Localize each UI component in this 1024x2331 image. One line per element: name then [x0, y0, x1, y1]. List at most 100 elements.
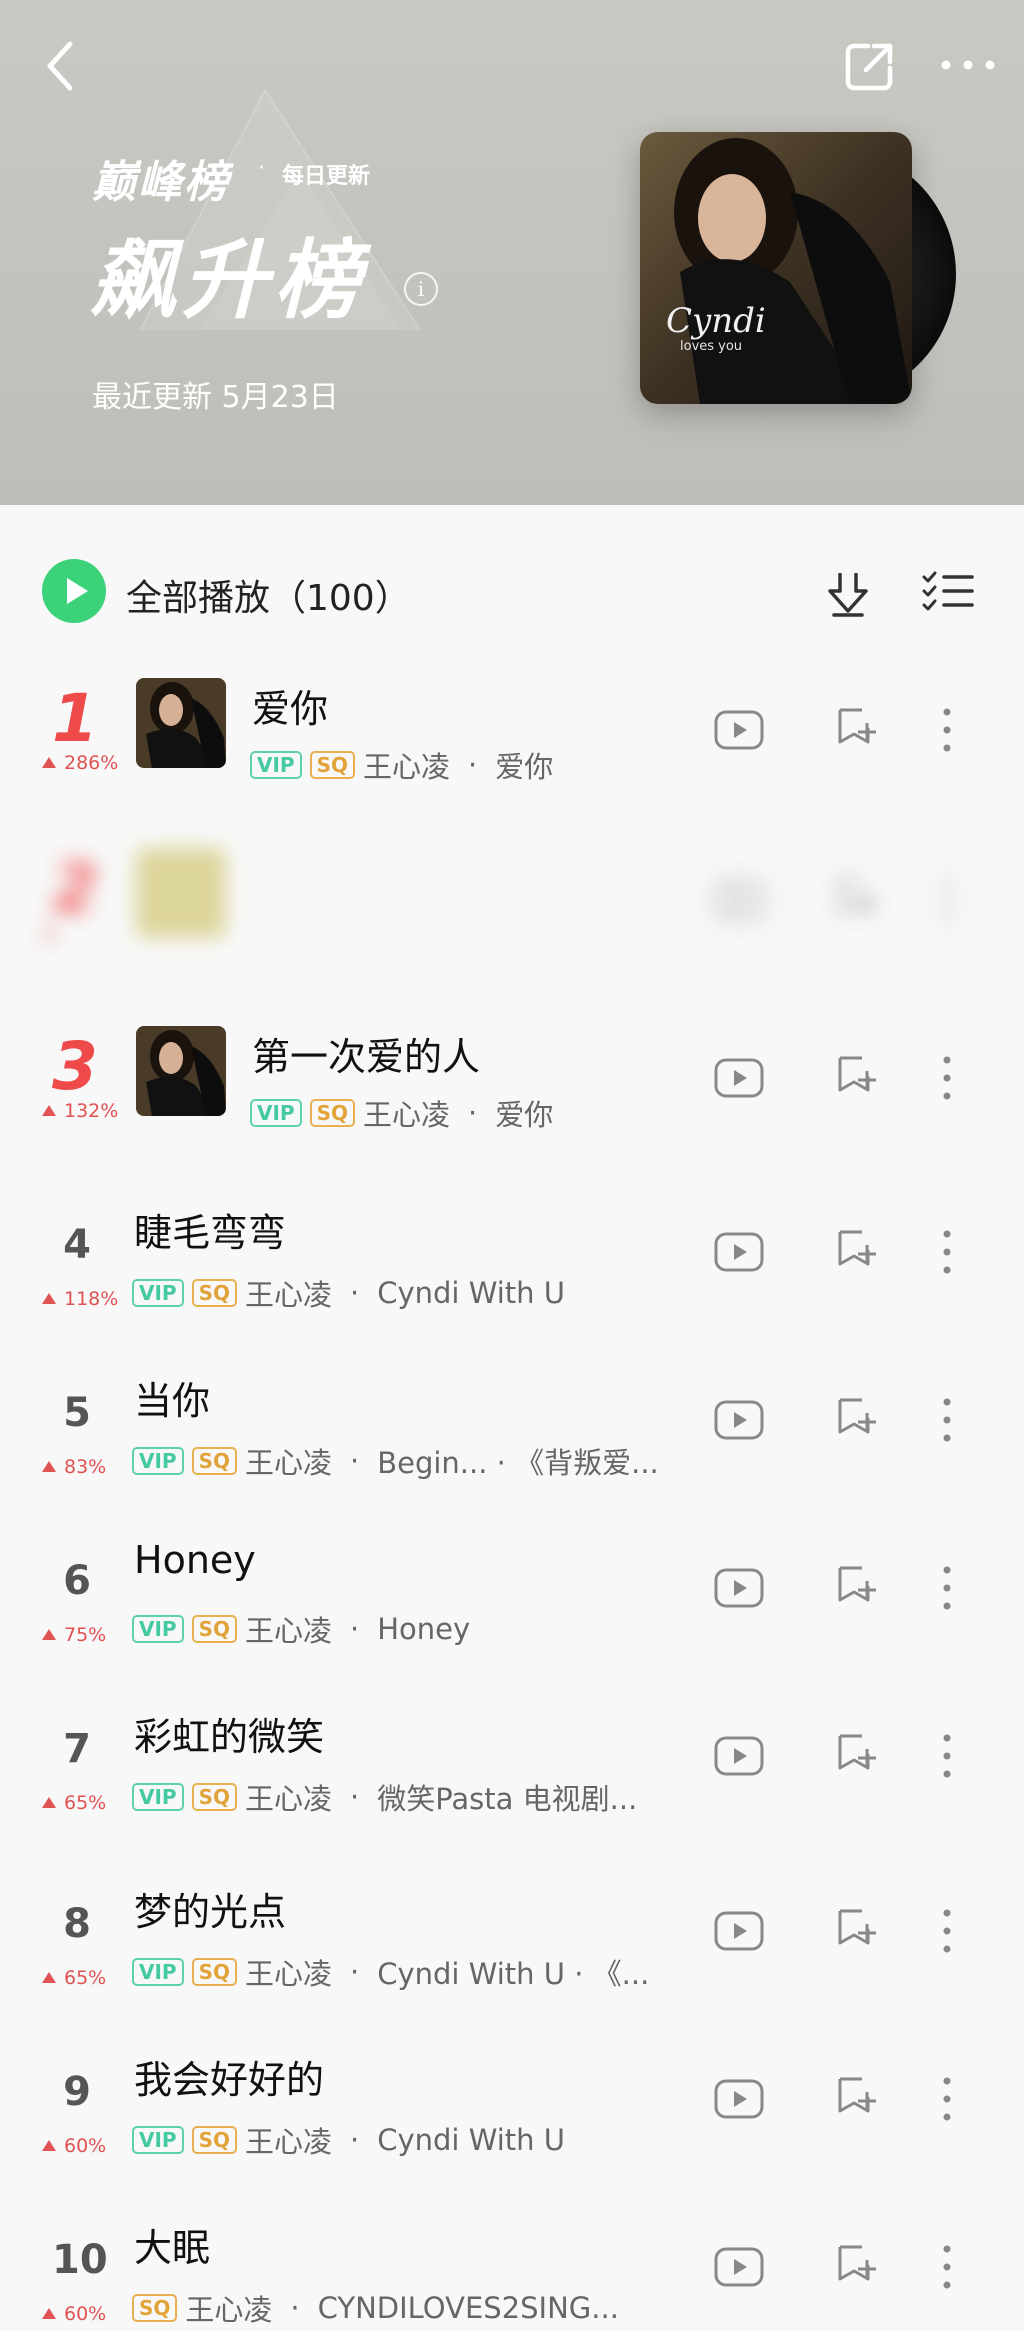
add-to-playlist-button[interactable] [832, 1732, 878, 1778]
vip-badge: VIP [132, 1447, 184, 1475]
back-button[interactable] [40, 36, 84, 96]
download-button[interactable] [820, 565, 876, 621]
mv-button[interactable] [714, 1911, 764, 1951]
add-to-playlist-button[interactable] [832, 1907, 878, 1953]
album-name[interactable]: 爱你 [495, 1092, 553, 1134]
mv-button[interactable] [714, 2079, 764, 2119]
sq-badge: SQ [191, 1615, 237, 1643]
add-to-playlist-button[interactable] [832, 1396, 878, 1442]
song-more-button[interactable] [940, 1054, 954, 1102]
song-more-button[interactable] [940, 1732, 954, 1780]
trend-indicator: 83% [42, 1456, 106, 1478]
arrow-up-icon [42, 757, 56, 768]
album-thumbnail[interactable] [136, 1026, 226, 1116]
song-more-button[interactable] [940, 1564, 954, 1612]
artist-name[interactable]: 王心凌 [245, 1776, 332, 1818]
album-thumbnail[interactable] [136, 678, 226, 768]
artist-name[interactable]: 王心凌 [245, 1951, 332, 1993]
add-to-playlist-button[interactable] [832, 1564, 878, 1610]
song-more-button[interactable] [940, 876, 954, 924]
mv-button[interactable] [714, 1736, 764, 1776]
album-name[interactable]: Cyndi With U · 《... [377, 1951, 649, 1993]
song-more-button[interactable] [940, 1228, 954, 1276]
song-row[interactable]: 8 65% 梦的光点 VIP SQ 王心凌 · Cyndi With U · 《... [0, 1855, 1024, 2023]
song-title[interactable]: 当你 [134, 1370, 210, 1425]
song-more-button[interactable] [940, 2075, 954, 2123]
play-all-button[interactable] [42, 559, 106, 623]
add-to-playlist-button[interactable] [832, 876, 878, 922]
add-to-playlist-button[interactable] [832, 706, 878, 752]
add-to-playlist-button[interactable] [832, 1228, 878, 1274]
song-row[interactable]: 3 132% 第一次爱的人 VIP SQ 王心凌 · 爱你 [0, 1008, 1024, 1176]
song-more-button[interactable] [940, 2243, 954, 2291]
rank-number: 7 [63, 1726, 91, 1772]
artist-name[interactable]: 王心凌 [363, 744, 450, 786]
artist-name[interactable]: 王心凌 [245, 1608, 332, 1650]
album-thumbnail[interactable] [136, 848, 226, 938]
mv-icon [714, 1911, 764, 1951]
song-more-button[interactable] [940, 706, 954, 754]
song-more-button[interactable] [940, 1396, 954, 1444]
share-button[interactable] [842, 38, 898, 94]
song-meta: VIP SQ 王心凌 · Cyndi With U [132, 1272, 565, 1314]
mv-button[interactable] [714, 1232, 764, 1272]
artist-name[interactable]: 王心凌 [245, 1272, 332, 1314]
song-title[interactable]: 彩虹的微笑 [134, 1706, 324, 1761]
album-name[interactable]: Honey [377, 1612, 470, 1646]
add-to-playlist-button[interactable] [832, 1054, 878, 1100]
song-title[interactable]: 大眠 [134, 2217, 210, 2272]
album-name[interactable]: Cyndi With U [377, 1276, 565, 1310]
add-to-playlist-icon [838, 2077, 876, 2113]
song-row[interactable]: 1 286% 爱你 VIP SQ 王心凌 · 爱你 [0, 660, 1024, 828]
song-row[interactable]: 7 65% 彩虹的微笑 VIP SQ 王心凌 · 微笑Pasta 电视剧... [0, 1680, 1024, 1848]
rank-number: 10 [52, 2237, 108, 2283]
mv-button[interactable] [714, 880, 764, 920]
song-more-button[interactable] [940, 1907, 954, 1955]
album-name[interactable]: CYNDILOVES2SING... [318, 2291, 619, 2325]
artist-name[interactable]: 王心凌 [245, 2119, 332, 2161]
artist-name[interactable]: 王心凌 [363, 1092, 450, 1134]
play-all-label[interactable]: 全部播放（100） [126, 569, 411, 621]
trend-percent: 286% [64, 752, 119, 774]
sq-badge: SQ [309, 1099, 355, 1127]
artist-name[interactable]: 王心凌 [245, 1440, 332, 1482]
song-title[interactable]: Honey [134, 1538, 256, 1582]
rank-number: 5 [63, 1390, 91, 1436]
mv-button[interactable] [714, 1568, 764, 1608]
more-vertical-icon [943, 878, 951, 922]
more-options-button[interactable] [938, 40, 998, 90]
song-row[interactable]: 2 [0, 830, 1024, 998]
vip-badge: VIP [132, 1615, 184, 1643]
mv-button[interactable] [714, 1058, 764, 1098]
song-title[interactable]: 第一次爱的人 [252, 1026, 480, 1081]
artist-name[interactable]: 王心凌 [185, 2287, 272, 2329]
song-row[interactable]: 4 118% 睫毛弯弯 VIP SQ 王心凌 · Cyndi With U [0, 1176, 1024, 1344]
arrow-up-icon [42, 1972, 56, 1983]
meta-separator: · [350, 1955, 360, 1989]
song-row[interactable]: 5 83% 当你 VIP SQ 王心凌 · Begin... · 《背叛爱... [0, 1344, 1024, 1512]
add-to-playlist-button[interactable] [832, 2243, 878, 2289]
add-to-playlist-button[interactable] [832, 2075, 878, 2121]
album-thumbnail-image [136, 678, 226, 768]
multi-select-button[interactable] [920, 567, 976, 617]
rank-number: 4 [63, 1222, 91, 1268]
mv-button[interactable] [714, 710, 764, 750]
song-row[interactable]: 6 75% Honey VIP SQ 王心凌 · Honey [0, 1512, 1024, 1680]
song-title[interactable]: 爱你 [252, 678, 328, 733]
song-row[interactable]: 10 60% 大眠 SQ 王心凌 · CYNDILOVES2SING... [0, 2191, 1024, 2331]
mv-button[interactable] [714, 2247, 764, 2287]
album-name[interactable]: 爱你 [495, 744, 553, 786]
song-meta: VIP SQ 王心凌 · Begin... · 《背叛爱... [132, 1440, 659, 1482]
album-name[interactable]: Begin... · 《背叛爱... [377, 1440, 659, 1482]
chart-cover-art[interactable]: Cyndi loves you [640, 132, 912, 404]
info-icon[interactable]: i [404, 272, 438, 306]
song-row[interactable]: 9 60% 我会好好的 VIP SQ 王心凌 · Cyndi With U [0, 2023, 1024, 2191]
mv-button[interactable] [714, 1400, 764, 1440]
song-title[interactable]: 我会好好的 [134, 2049, 324, 2104]
song-meta: VIP SQ 王心凌 · Honey [132, 1608, 470, 1650]
album-name[interactable]: Cyndi With U [377, 2123, 565, 2157]
add-to-playlist-icon [838, 878, 876, 914]
song-title[interactable]: 梦的光点 [134, 1881, 286, 1936]
album-name[interactable]: 微笑Pasta 电视剧... [377, 1776, 637, 1818]
song-title[interactable]: 睫毛弯弯 [134, 1202, 286, 1257]
